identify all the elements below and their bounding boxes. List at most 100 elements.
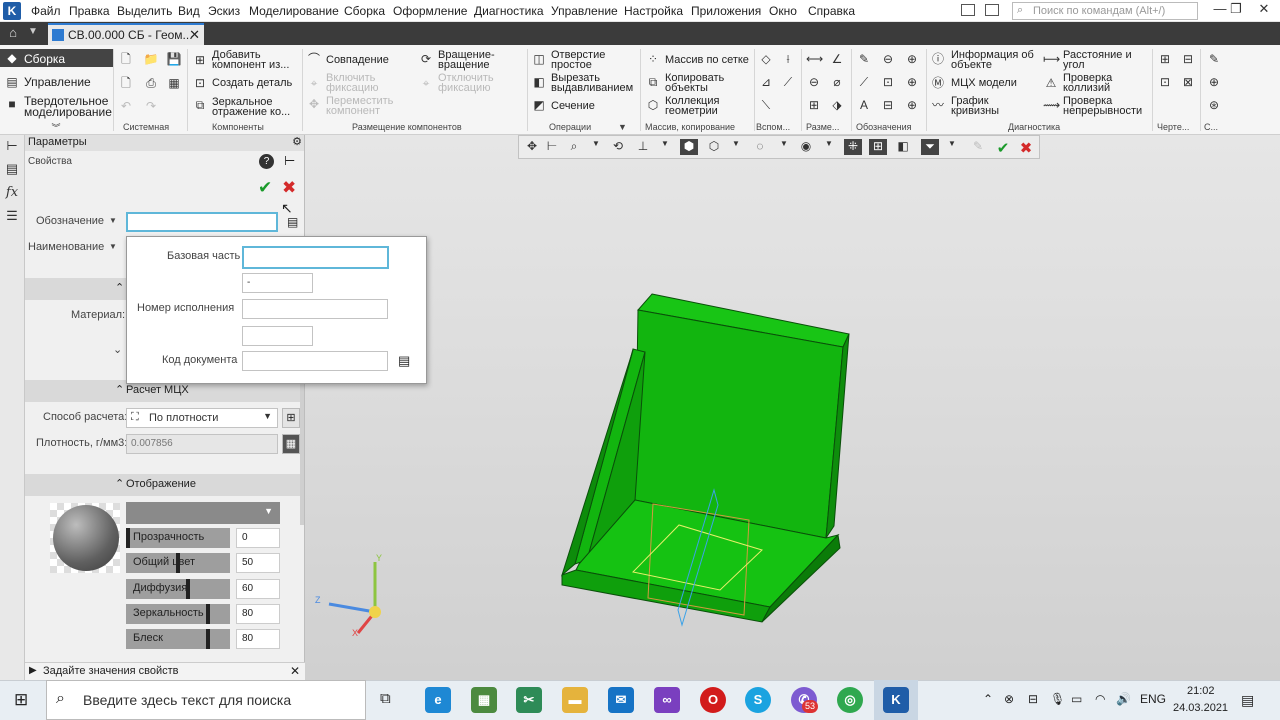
menu-drafting[interactable]: Оформление [393,4,467,18]
microphone-icon[interactable]: 🎙 [1050,692,1065,706]
section-button[interactable]: Сечение [551,101,595,112]
pan-icon[interactable]: ✥ [523,139,541,155]
variables-icon[interactable]: fx [4,185,20,201]
slider-4[interactable]: Зеркальность [126,604,230,624]
opera-icon[interactable]: O [700,687,726,713]
document-tab[interactable]: СВ.00.000 СБ - Геом... ✕ [48,23,204,45]
density-field[interactable]: 0.007856 [126,434,278,454]
slider-5[interactable]: Блеск [126,629,230,649]
save-icon[interactable]: 💾 [166,52,182,66]
tray-expand-icon[interactable]: ⌃ [983,692,993,706]
drawing-icon-4[interactable]: ⊠ [1180,75,1196,89]
redo-icon[interactable]: ↷ [143,99,159,113]
designation-menu-icon[interactable]: ▤ [287,215,298,229]
layers-view-icon[interactable]: ◧ [894,139,912,155]
name-dropdown-icon[interactable]: ▼ [109,242,117,251]
slider-1[interactable]: Прозрачность [126,528,230,548]
geometry-collection-label2[interactable]: геометрии [665,106,718,117]
mirror-label2[interactable]: отражение ко... [212,107,290,118]
mark-icon[interactable]: ⊕ [904,75,920,89]
hide-icon[interactable]: ◌ [751,139,769,155]
taskbar-search-input[interactable]: Введите здесь текст для поиска [46,680,366,720]
tray-app-icon[interactable]: ⊗ [1004,692,1014,706]
snip-tool-icon[interactable]: ✂ [516,687,542,713]
operations-dropdown-icon[interactable]: ▼ [618,122,627,132]
ribbon-category-solid2[interactable]: моделирование [24,106,112,118]
edit-icon[interactable]: ✎ [969,139,987,155]
drawing-icon-2[interactable]: ⊟ [1180,52,1196,66]
menu-assembly[interactable]: Сборка [344,4,385,18]
spec-icon-3[interactable]: ⊛ [1206,98,1222,112]
print-icon[interactable]: ⎙ [143,76,159,90]
cancel-view-icon[interactable]: ✖ [1017,139,1035,157]
spec-icon-1[interactable]: ✎ [1206,52,1222,66]
clock-date[interactable]: 24.03.2021 [1173,702,1228,714]
dim-chain-icon[interactable]: ⬗ [829,98,845,112]
menu-edit[interactable]: Правка [69,4,110,18]
layers-icon[interactable]: ☰ [4,208,20,224]
document-code-input[interactable] [242,351,388,371]
notifications-icon[interactable]: ▤ [1241,692,1254,709]
slider-handle[interactable] [206,629,210,649]
drawing-icon-1[interactable]: ⊞ [1157,52,1173,66]
menu-management[interactable]: Управление [551,4,618,18]
app-logo-icon[interactable]: K [3,2,21,20]
expand-material-icon[interactable]: ⌄ [113,343,122,356]
hole-label2[interactable]: простое [551,60,592,71]
new-sheet-icon[interactable]: 🗋 [118,76,134,90]
volume-icon[interactable]: 🔊 [1116,692,1131,706]
collapse-main-icon[interactable]: ⌃ [115,281,124,294]
menu-select[interactable]: Выделить [117,4,172,18]
dim-linear-icon[interactable]: ⟷ [806,52,823,66]
shaded-mode-icon[interactable]: ⬢ [680,139,698,155]
close-tab-icon[interactable]: ✕ [189,27,200,43]
move-component-label2[interactable]: компонент [326,106,380,117]
dim-angle-icon[interactable]: ∠ [829,52,845,66]
continuity-check-label2[interactable]: непрерывности [1063,106,1142,117]
designation-label[interactable]: Обозначение [36,215,104,227]
add-component-label2[interactable]: компонент из... [212,60,289,71]
collision-check-label2[interactable]: коллизий [1063,83,1110,94]
aux-plane-icon[interactable]: ◇ [758,52,774,66]
clock-time[interactable]: 21:02 [1187,685,1215,697]
wifi-icon[interactable]: ◠ [1095,692,1105,706]
properties-panel-icon[interactable]: ▤ [4,161,20,177]
apply-icon[interactable]: ✔ [994,139,1012,157]
zoom-icon[interactable]: ⌕ [565,139,583,155]
wireframe-mode-icon[interactable]: ⬡ [705,139,723,155]
model-tree-icon[interactable]: ⊢ [4,138,20,154]
coincide-button[interactable]: Совпадение [326,55,389,66]
chrome-icon[interactable]: ◎ [837,687,863,713]
color-dropdown-icon[interactable]: ▼ [264,506,273,516]
expand-categories-icon[interactable]: ︾ [48,121,64,135]
density-calc-button[interactable]: ▦ [282,434,300,454]
menu-settings[interactable]: Настройка [624,4,683,18]
close-status-icon[interactable]: ✕ [290,664,300,678]
display-mode-dropdown-icon[interactable]: ▼ [727,139,745,155]
thread-icon[interactable]: ⊕ [904,52,920,66]
filter-icon[interactable]: ⏷ [921,139,939,155]
base-part-input[interactable] [242,246,389,269]
tree-view-icon[interactable]: ⊢ [284,153,295,169]
confirm-icon[interactable]: ✔ [258,178,272,198]
rotate-view-icon[interactable]: ⟲ [609,139,627,155]
dim-diameter-icon[interactable]: ⌀ [829,75,845,89]
menu-diagnostics[interactable]: Диагностика [474,4,544,18]
mass-props-button[interactable]: МЦХ модели [951,78,1017,89]
separator-input[interactable]: - [242,273,313,293]
menu-help[interactable]: Справка [808,4,855,18]
collapse-display-icon[interactable]: ⌃ [115,477,124,490]
version-number-input[interactable] [242,299,388,319]
aux-point-icon[interactable]: ⊿ [758,75,774,89]
help-icon[interactable]: ? [259,154,274,169]
section-view-icon[interactable]: ◉ [797,139,815,155]
kompas-icon[interactable]: K [883,687,909,713]
orientation-icon[interactable]: ⊥ [634,139,652,155]
spec-icon-2[interactable]: ⊕ [1206,75,1222,89]
menu-modeling[interactable]: Моделирование [249,4,339,18]
symbol-icon[interactable]: ⊕ [904,98,920,112]
slider-2[interactable]: Общий цвет [126,553,230,573]
slider-value-input[interactable]: 80 [236,604,280,624]
cut-extrude-label2[interactable]: выдавливанием [551,83,633,94]
slider-value-input[interactable]: 80 [236,629,280,649]
